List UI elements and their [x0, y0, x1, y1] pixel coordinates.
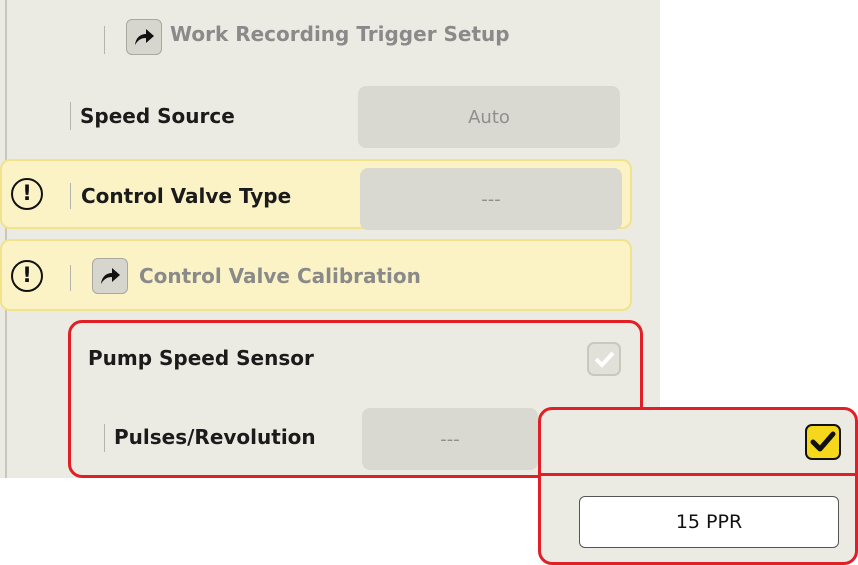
- control-valve-type-row: ! Control Valve Type ---: [0, 159, 632, 230]
- callout-ppr-value[interactable]: 15 PPR: [579, 496, 839, 548]
- work-recording-trigger-setup-label: Work Recording Trigger Setup: [170, 22, 510, 46]
- control-valve-calibration-row[interactable]: ! Control Valve Calibration: [0, 239, 632, 311]
- row-divider: [104, 26, 105, 54]
- row-divider: [70, 265, 71, 291]
- warning-icon: !: [11, 260, 43, 292]
- callout-checkbox-checked[interactable]: [805, 424, 841, 460]
- arrow-link-icon[interactable]: [92, 258, 128, 294]
- control-valve-calibration-label: Control Valve Calibration: [139, 264, 421, 288]
- warning-icon: !: [11, 178, 43, 210]
- speed-source-select[interactable]: Auto: [358, 86, 620, 148]
- row-divider: [70, 102, 71, 130]
- control-valve-type-select[interactable]: ---: [360, 168, 622, 230]
- speed-source-label: Speed Source: [80, 104, 235, 128]
- row-divider: [70, 183, 71, 209]
- control-valve-type-label: Control Valve Type: [81, 184, 292, 208]
- callout-popup: 15 PPR: [538, 407, 858, 565]
- callout-divider: [541, 473, 855, 476]
- arrow-link-icon[interactable]: [126, 19, 162, 55]
